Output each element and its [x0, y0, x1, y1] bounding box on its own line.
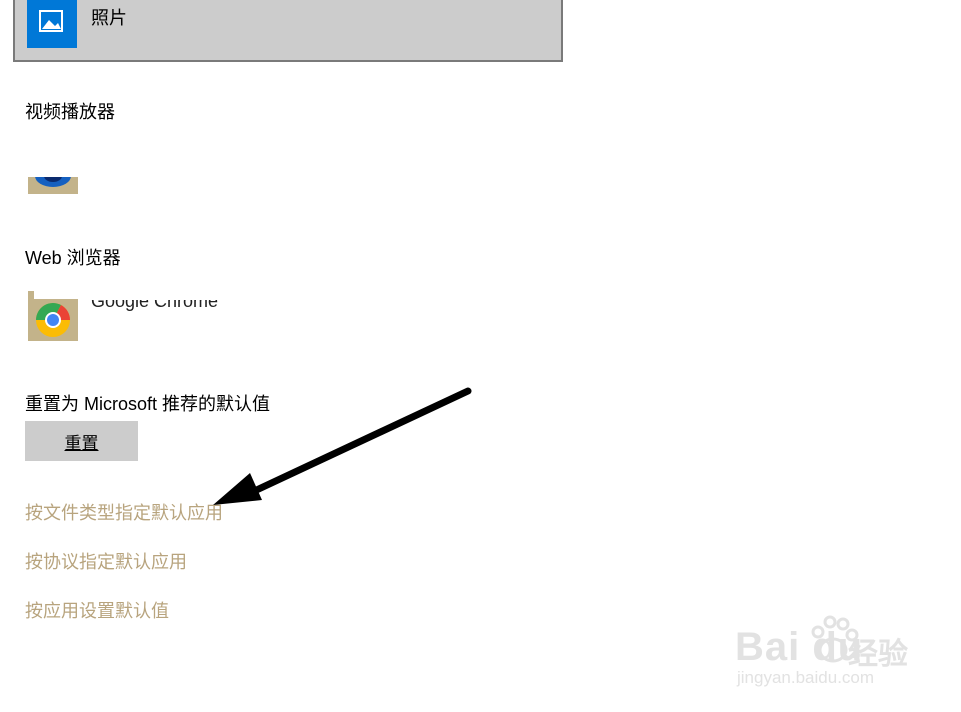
watermark-logo-text: Bai du	[735, 625, 864, 669]
annotation-arrow-icon	[213, 387, 472, 505]
watermark-url: jingyan.baidu.com	[737, 668, 875, 687]
watermark-brand-text: 经验	[848, 638, 908, 671]
